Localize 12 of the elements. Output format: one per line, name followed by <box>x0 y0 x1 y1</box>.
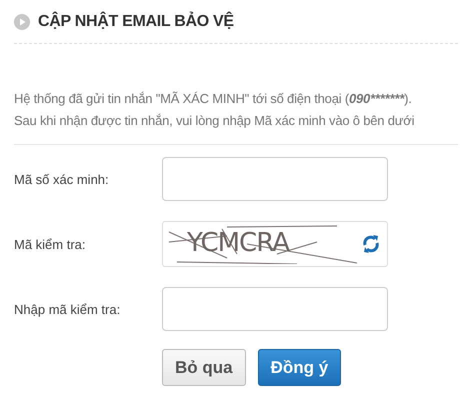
play-icon <box>14 14 30 30</box>
field-label: Nhập mã kiểm tra: <box>14 302 122 316</box>
field-label: Mã kiểm tra: <box>14 236 87 252</box>
field-label: Mã số xác minh: <box>14 172 110 186</box>
notice-text: Hệ thống đã gửi tin nhắn "MÃ XÁC MINH" tới số điện thoại (090*******). <box>14 91 413 106</box>
refresh-icon[interactable] <box>361 234 381 254</box>
section-title: CẬP NHẬT EMAIL BẢO VỆ <box>38 12 234 30</box>
confirm-button[interactable]: Đồng ý <box>258 349 342 386</box>
notice-text: Sau khi nhận được tin nhắn, vui lòng nhập Mã xác minh vào ô bên dưới <box>14 113 416 128</box>
input-field[interactable] <box>162 157 388 201</box>
skip-button[interactable]: Bỏ qua <box>162 349 246 386</box>
input-field[interactable] <box>162 287 388 331</box>
